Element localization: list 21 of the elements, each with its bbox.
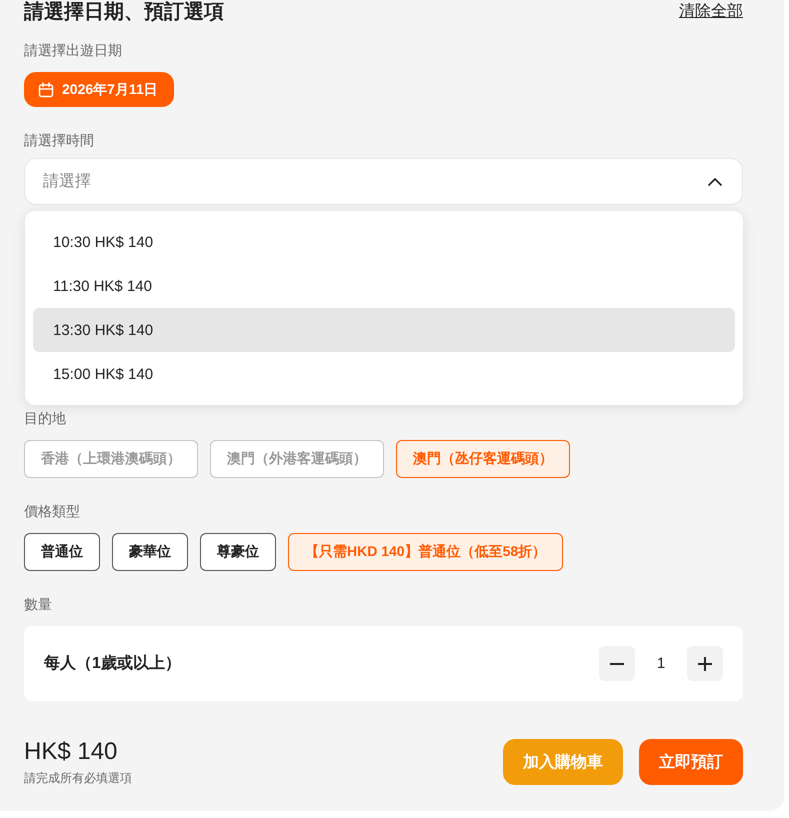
calendar-icon <box>38 82 54 98</box>
price-type-chip[interactable]: 豪華位 <box>112 533 188 571</box>
price-type-chip[interactable]: 普通位 <box>24 533 100 571</box>
field-label: 目的地 <box>24 409 66 428</box>
decrease-button[interactable] <box>599 646 635 681</box>
clear-all-link[interactable]: 清除全部 <box>679 1 743 23</box>
field-label: 請選擇出遊日期 <box>24 41 122 60</box>
total-price: HK$ 140 <box>24 739 118 765</box>
price-type-chip[interactable]: 尊豪位 <box>200 533 276 571</box>
field-label: 請選擇時間 <box>24 131 94 150</box>
field-label: 價格類型 <box>24 502 80 521</box>
required-note: 請完成所有必填選項 <box>24 770 132 786</box>
increase-button[interactable] <box>687 646 723 681</box>
field-label: 數量 <box>24 595 52 614</box>
section-title: 請選擇日期、預訂選項 <box>24 0 224 24</box>
time-select[interactable]: 請選擇 <box>24 158 743 205</box>
minus-icon <box>610 662 624 664</box>
plus-icon <box>698 656 712 670</box>
quantity-value: 1 <box>656 655 666 672</box>
time-option[interactable]: 13:30 HK$ 140 <box>33 308 735 352</box>
ticket-type-label: 每人（1歲或以上） <box>44 654 181 674</box>
